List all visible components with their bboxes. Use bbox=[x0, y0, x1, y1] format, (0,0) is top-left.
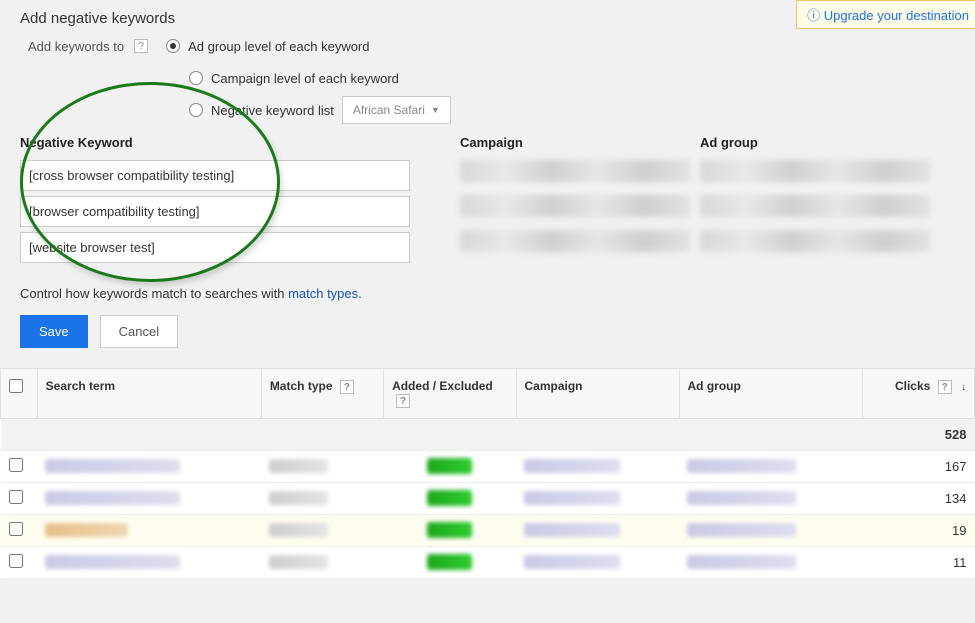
status-added bbox=[427, 490, 472, 506]
adgroup-redacted bbox=[700, 195, 930, 217]
redacted bbox=[45, 523, 128, 537]
redacted bbox=[524, 459, 620, 473]
control-text: Control how keywords match to searches w… bbox=[20, 286, 975, 301]
row-checkbox[interactable] bbox=[9, 554, 23, 568]
redacted bbox=[45, 491, 180, 505]
redacted bbox=[45, 459, 180, 473]
row-checkbox[interactable] bbox=[9, 490, 23, 504]
redacted bbox=[687, 459, 796, 473]
redacted bbox=[524, 555, 620, 569]
status-added bbox=[427, 554, 472, 570]
th-match-type[interactable]: Match type ? bbox=[261, 369, 383, 419]
save-button[interactable]: Save bbox=[20, 315, 88, 348]
row-checkbox[interactable] bbox=[9, 522, 23, 536]
th-clicks[interactable]: Clicks ? ↓ bbox=[862, 369, 974, 419]
th-added-excluded[interactable]: Added / Excluded? bbox=[384, 369, 516, 419]
radio-campaign[interactable] bbox=[189, 71, 203, 85]
search-terms-table: Search term Match type ? Added / Exclude… bbox=[0, 368, 975, 579]
radio-row-adgroup: Add keywords to ? Ad group level of each… bbox=[20, 35, 975, 57]
cancel-button[interactable]: Cancel bbox=[100, 315, 178, 348]
redacted bbox=[687, 555, 796, 569]
campaign-redacted bbox=[460, 160, 690, 182]
redacted bbox=[524, 523, 620, 537]
campaign-redacted bbox=[460, 195, 690, 217]
control-text-pre: Control how keywords match to searches w… bbox=[20, 286, 288, 301]
help-icon[interactable]: ? bbox=[134, 39, 148, 53]
table-row: 19 bbox=[1, 514, 975, 546]
radio-adgroup[interactable] bbox=[166, 39, 180, 53]
row-clicks: 11 bbox=[862, 546, 974, 578]
th-ad-group[interactable]: Ad group bbox=[679, 369, 862, 419]
redacted bbox=[524, 491, 620, 505]
radio-row-campaign: Campaign level of each keyword bbox=[175, 67, 975, 89]
redacted bbox=[45, 555, 180, 569]
campaign-redacted bbox=[460, 230, 690, 252]
th-campaign[interactable]: Campaign bbox=[516, 369, 679, 419]
row-clicks: 19 bbox=[862, 514, 974, 546]
summary-row: 528 bbox=[1, 418, 975, 450]
radio-row-neglist: Negative keyword list African Safari ▼ bbox=[175, 99, 975, 121]
negkw-input-0[interactable] bbox=[20, 160, 410, 191]
redacted bbox=[687, 491, 796, 505]
redacted bbox=[269, 555, 327, 569]
radio-neglist[interactable] bbox=[189, 103, 203, 117]
status-added bbox=[427, 458, 472, 474]
table-row: 167 bbox=[1, 450, 975, 482]
help-icon[interactable]: ? bbox=[340, 380, 354, 394]
negkw-input-2[interactable] bbox=[20, 232, 410, 263]
lead-label: Add keywords to bbox=[28, 39, 124, 54]
table-row: 11 bbox=[1, 546, 975, 578]
row-clicks: 167 bbox=[862, 450, 974, 482]
neglist-dropdown[interactable]: African Safari ▼ bbox=[342, 96, 451, 124]
upgrade-text: Upgrade your destination bbox=[824, 8, 969, 23]
upgrade-banner[interactable]: ⓘ Upgrade your destination bbox=[796, 0, 975, 29]
th-checkbox bbox=[1, 369, 38, 419]
redacted bbox=[269, 523, 327, 537]
row-checkbox[interactable] bbox=[9, 458, 23, 472]
neglist-selected: African Safari bbox=[353, 103, 425, 117]
help-icon[interactable]: ? bbox=[938, 380, 952, 394]
sort-desc-icon: ↓ bbox=[961, 382, 966, 393]
summary-clicks: 528 bbox=[862, 418, 974, 450]
th-search-term[interactable]: Search term bbox=[37, 369, 261, 419]
chevron-down-icon: ▼ bbox=[431, 105, 440, 115]
radio-neglist-label: Negative keyword list bbox=[211, 103, 334, 118]
status-added bbox=[427, 522, 472, 538]
col-header-adgroup: Ad group bbox=[700, 135, 930, 150]
table-row: 134 bbox=[1, 482, 975, 514]
radio-campaign-label: Campaign level of each keyword bbox=[211, 71, 399, 86]
negkw-input-1[interactable] bbox=[20, 196, 410, 227]
col-header-campaign: Campaign bbox=[460, 135, 690, 150]
row-clicks: 134 bbox=[862, 482, 974, 514]
redacted bbox=[269, 491, 327, 505]
col-header-negkw: Negative Keyword bbox=[20, 135, 440, 150]
adgroup-redacted bbox=[700, 230, 930, 252]
select-all-checkbox[interactable] bbox=[9, 379, 23, 393]
redacted bbox=[687, 523, 796, 537]
redacted bbox=[269, 459, 327, 473]
adgroup-redacted bbox=[700, 160, 930, 182]
info-icon: ⓘ bbox=[807, 8, 820, 23]
help-icon[interactable]: ? bbox=[396, 394, 410, 408]
match-types-link[interactable]: match types bbox=[288, 286, 358, 301]
radio-adgroup-label: Ad group level of each keyword bbox=[188, 39, 369, 54]
